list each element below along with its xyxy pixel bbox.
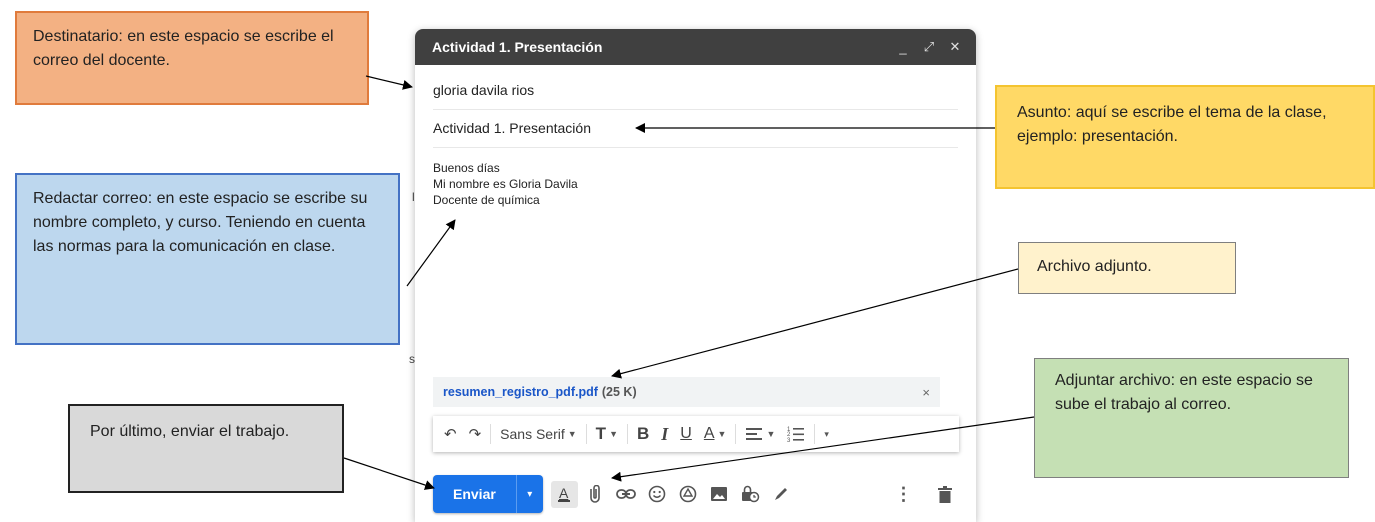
text-size-select[interactable]: T ▼ [593, 424, 621, 444]
subject-value: Actividad 1. Presentación [433, 120, 591, 136]
align-select[interactable]: ▼ [742, 426, 778, 442]
align-icon [746, 428, 763, 440]
compose-title: Actividad 1. Presentación [432, 39, 603, 55]
text-color-icon: A [703, 425, 715, 442]
subject-field[interactable]: Actividad 1. Presentación [433, 109, 958, 148]
text-color-select[interactable]: A ▼ [701, 425, 730, 443]
text-size-icon: T [595, 424, 607, 443]
svg-text:A: A [559, 485, 569, 501]
send-options-icon[interactable]: ▾ [515, 475, 543, 513]
to-value: gloria davila rios [433, 82, 535, 98]
toolbar-divider [490, 424, 492, 444]
remove-attachment-icon[interactable]: × [922, 385, 930, 400]
lock-clock-icon[interactable] [737, 481, 764, 508]
toolbar-divider [585, 424, 587, 444]
formatting-toolbar: ↶ ↷ Sans Serif ▼ T ▼ B I U A ▼ ▼ 123 ▾ [433, 416, 959, 452]
chevron-down-icon: ▼ [567, 429, 577, 439]
chevron-down-icon: ▼ [717, 429, 727, 439]
text-format-icon[interactable]: A [550, 480, 578, 508]
drive-icon[interactable] [675, 481, 702, 508]
more-formatting-icon[interactable]: ▾ [821, 429, 832, 440]
font-select[interactable]: Sans Serif ▼ [497, 426, 580, 442]
chevron-down-icon: ▼ [609, 429, 618, 439]
redo-icon[interactable]: ↷ [466, 425, 485, 443]
minimize-icon[interactable]: _ [896, 40, 910, 55]
body-line: Buenos días [433, 161, 500, 175]
bottom-toolbar: Enviar ▾ A ⋮ [433, 475, 958, 513]
link-icon[interactable] [613, 481, 640, 508]
numbered-list-icon[interactable]: 123 [784, 425, 808, 443]
more-options-icon[interactable]: ⋮ [890, 481, 917, 508]
undo-icon[interactable]: ↶ [441, 425, 460, 443]
attach-icon[interactable] [582, 481, 609, 508]
callout-enviar: Por último, enviar el trabajo. [68, 404, 344, 493]
close-icon[interactable]: ✕ [948, 39, 962, 55]
body-line: Docente de química [433, 193, 540, 207]
attachment-size: (25 K) [601, 385, 637, 399]
send-button[interactable]: Enviar [433, 475, 516, 513]
underline-icon[interactable]: U [677, 425, 695, 443]
signature-icon[interactable] [768, 481, 795, 508]
delete-icon[interactable] [931, 481, 958, 508]
window-controls: _ ⤢ ✕ [896, 39, 962, 55]
toolbar-divider [626, 424, 628, 444]
callout-asunto: Asunto: aquí se escribe el tema de la cl… [995, 85, 1375, 189]
bold-icon[interactable]: B [634, 424, 652, 444]
bottom-icons: A [550, 480, 795, 508]
emoji-icon[interactable] [644, 481, 671, 508]
toolbar-divider [814, 424, 816, 444]
message-body[interactable]: Buenos días Mi nombre es Gloria Davila D… [433, 160, 578, 208]
compose-window: Actividad 1. Presentación _ ⤢ ✕ gloria d… [415, 29, 976, 522]
compose-header: Actividad 1. Presentación _ ⤢ ✕ [415, 29, 976, 65]
to-field[interactable]: gloria davila rios [433, 71, 958, 110]
expand-icon[interactable]: ⤢ [922, 39, 936, 55]
chevron-down-icon: ▼ [766, 429, 776, 439]
callout-redactar: Redactar correo: en este espacio se escr… [15, 173, 400, 345]
send-button-group: Enviar ▾ [433, 475, 543, 513]
toolbar-divider [735, 424, 737, 444]
photo-icon[interactable] [706, 481, 733, 508]
attachment-name[interactable]: resumen_registro_pdf.pdf [443, 385, 598, 399]
italic-icon[interactable]: I [658, 424, 671, 445]
font-label: Sans Serif [500, 426, 565, 442]
callout-destinatario: Destinatario: en este espacio se escribe… [15, 11, 369, 105]
arrow-destinatario [365, 75, 413, 90]
attachment-chip[interactable]: resumen_registro_pdf.pdf (25 K) × [433, 377, 940, 407]
callout-archivo-adjunto: Archivo adjunto. [1018, 242, 1236, 294]
svg-text:3: 3 [787, 438, 791, 443]
body-line: Mi nombre es Gloria Davila [433, 177, 578, 191]
bottom-right-actions: ⋮ [890, 481, 958, 508]
callout-adjuntar-archivo: Adjuntar archivo: en este espacio se sub… [1034, 358, 1349, 478]
